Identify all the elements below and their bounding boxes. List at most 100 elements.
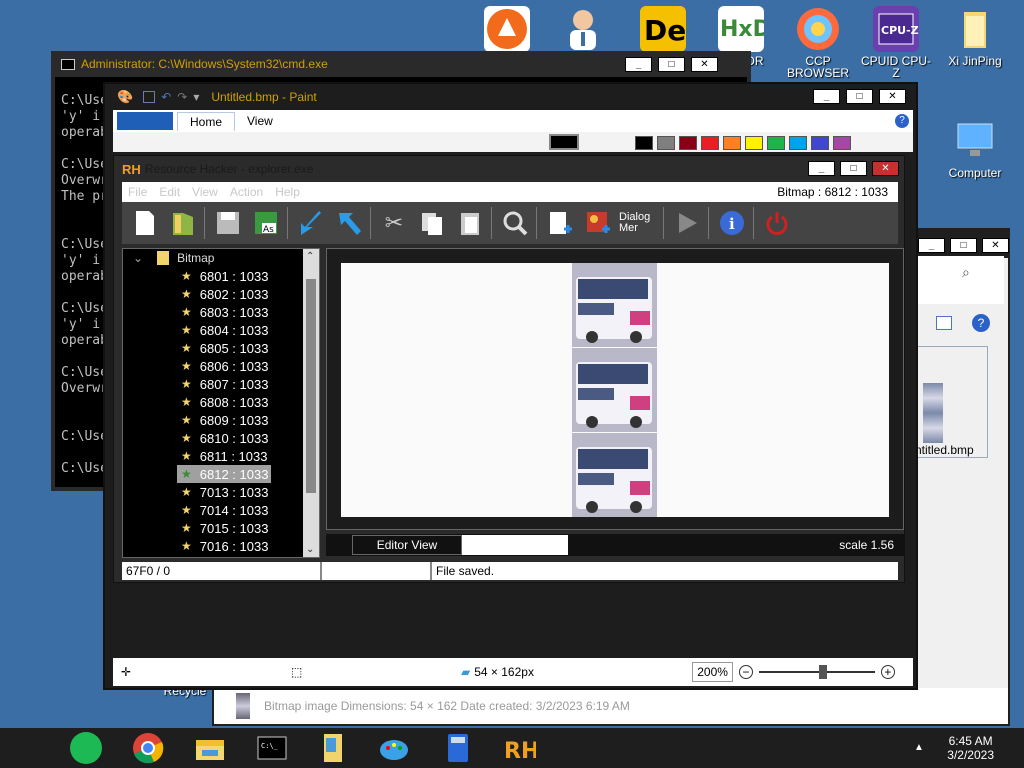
collapse-icon[interactable]: ⌄ <box>133 251 143 265</box>
tree-item[interactable]: ★ 6811 : 1033 <box>123 447 319 465</box>
calculator-icon[interactable] <box>442 732 474 764</box>
add-resource-button[interactable] <box>543 207 577 239</box>
desktop-icon-computer[interactable]: Computer <box>940 118 1010 179</box>
redo-icon[interactable]: ↷ <box>177 90 187 104</box>
save-icon[interactable] <box>143 91 156 103</box>
undo-icon[interactable]: ↶ <box>161 90 171 104</box>
about-button[interactable]: i <box>715 207 749 239</box>
save-as-button[interactable]: As <box>249 207 283 239</box>
color-swatch[interactable] <box>723 136 741 150</box>
new-file-button[interactable] <box>128 207 162 239</box>
desktop-icon-doctor[interactable] <box>548 6 618 52</box>
zoom-slider[interactable] <box>758 665 875 679</box>
minimize-button[interactable]: _ <box>808 161 835 176</box>
menu-file[interactable]: File <box>128 185 147 199</box>
tree-item[interactable]: ★ 6804 : 1033 <box>123 321 319 339</box>
cmd-icon[interactable]: C:\_ <box>256 732 288 764</box>
close-button[interactable]: ✕ <box>691 57 718 72</box>
add-image-button[interactable] <box>581 207 615 239</box>
tree-item[interactable]: ★ 6809 : 1033 <box>123 411 319 429</box>
tab-home[interactable]: Home <box>177 111 236 131</box>
close-button[interactable]: ✕ <box>879 89 906 104</box>
tree-item[interactable]: ★ 6808 : 1033 <box>123 393 319 411</box>
file-item[interactable]: ntitled.bmp <box>914 346 988 458</box>
tree-item[interactable]: ★ 7014 : 1033 <box>123 501 319 519</box>
resource-tree[interactable]: ⌄ Bitmap ★ 6801 : 1033 ★ 6802 : 1033 ★ 6803 :… <box>122 248 320 558</box>
minimize-button[interactable]: _ <box>813 89 840 104</box>
close-button[interactable]: ✕ <box>982 238 1009 253</box>
tree-item[interactable]: ★ 7016 : 1033 <box>123 537 319 555</box>
color-swatch[interactable] <box>701 136 719 150</box>
color-swatch[interactable] <box>657 136 675 150</box>
menu-action[interactable]: Action <box>230 185 263 199</box>
color-swatch[interactable] <box>767 136 785 150</box>
tree-item[interactable]: ★ 7015 : 1033 <box>123 519 319 537</box>
resource-hacker-icon[interactable]: RH <box>504 732 539 764</box>
file-menu-button[interactable] <box>117 112 173 130</box>
tree-item[interactable]: ★ 6805 : 1033 <box>123 339 319 357</box>
desktop-icon-folder[interactable]: Xi JinPing <box>940 6 1010 67</box>
tab-view[interactable]: View <box>235 112 285 130</box>
desktop-icon-de[interactable]: De <box>628 6 698 52</box>
file-explorer-icon[interactable] <box>194 732 226 764</box>
tray-arrow-icon[interactable]: ▲ <box>914 742 924 753</box>
compile-button[interactable] <box>670 207 704 239</box>
tree-item[interactable]: ★ 6806 : 1033 <box>123 357 319 375</box>
clock[interactable]: 6:45 AM 3/2/2023 <box>947 734 994 762</box>
zoom-in-button[interactable]: + <box>880 665 895 679</box>
tree-item[interactable]: ★ 6812 : 1033 <box>177 465 271 483</box>
desktop-icon-cpuz[interactable]: CPU-Z CPUID CPU-Z <box>861 6 931 79</box>
minimize-button[interactable]: _ <box>918 238 945 253</box>
folder-doc-icon[interactable] <box>316 732 348 764</box>
desktop-icon-avast[interactable] <box>472 6 542 52</box>
cut-button[interactable]: ✂ <box>377 207 411 239</box>
tree-scrollbar[interactable]: ⌃ ⌄ <box>303 249 319 557</box>
color-swatch[interactable] <box>745 136 763 150</box>
copy-button[interactable] <box>415 207 449 239</box>
color-swatch[interactable] <box>789 136 807 150</box>
tab-editor-view[interactable]: Editor View <box>352 535 462 555</box>
save-button[interactable] <box>211 207 245 239</box>
notes-icon[interactable] <box>70 732 102 764</box>
help-icon[interactable]: ? <box>972 314 990 332</box>
open-button[interactable] <box>166 207 200 239</box>
color-swatch[interactable] <box>811 136 829 150</box>
tree-root[interactable]: ⌄ Bitmap <box>123 249 319 267</box>
minimize-button[interactable]: _ <box>625 57 652 72</box>
maximize-button[interactable]: □ <box>658 57 685 72</box>
color-swatch[interactable] <box>635 136 653 150</box>
paint-icon[interactable] <box>378 732 410 764</box>
maximize-button[interactable]: □ <box>846 89 873 104</box>
maximize-button[interactable]: □ <box>950 238 977 253</box>
scroll-thumb[interactable] <box>306 279 316 493</box>
search-icon[interactable]: ⌕ <box>962 264 970 281</box>
tree-item[interactable]: ★ 6802 : 1033 <box>123 285 319 303</box>
tree-item[interactable]: ★ 6807 : 1033 <box>123 375 319 393</box>
find-button[interactable] <box>498 207 532 239</box>
menu-view[interactable]: View <box>192 185 218 199</box>
maximize-button[interactable]: □ <box>840 161 867 176</box>
scroll-down-icon[interactable]: ⌄ <box>306 544 314 555</box>
quick-access-dropdown-icon[interactable]: ▾ <box>193 90 199 104</box>
menu-help[interactable]: Help <box>275 185 300 199</box>
tree-item[interactable]: ★ 6810 : 1033 <box>123 429 319 447</box>
import-button[interactable] <box>294 207 328 239</box>
menu-edit[interactable]: Edit <box>159 185 180 199</box>
color-swatch[interactable] <box>833 136 851 150</box>
help-icon[interactable]: ? <box>895 114 909 128</box>
close-button[interactable]: ✕ <box>872 161 899 176</box>
zoom-out-button[interactable]: − <box>738 665 753 679</box>
chrome-icon[interactable] <box>132 732 164 764</box>
color1-selector[interactable] <box>549 134 579 150</box>
tree-item[interactable]: ★ 7013 : 1033 <box>123 483 319 501</box>
desktop-icon-ccp-browser[interactable]: CCP BROWSER <box>783 6 853 79</box>
tree-item[interactable]: ★ 6801 : 1033 <box>123 267 319 285</box>
scroll-up-icon[interactable]: ⌃ <box>306 251 314 262</box>
dialog-merge-button[interactable]: Dialog Mer <box>619 207 659 239</box>
tab-other-view[interactable] <box>462 535 568 555</box>
exit-button[interactable] <box>760 207 794 239</box>
pane-icon[interactable] <box>936 316 952 330</box>
color-swatch[interactable] <box>679 136 697 150</box>
tree-item[interactable]: ★ 6803 : 1033 <box>123 303 319 321</box>
export-button[interactable] <box>332 207 366 239</box>
